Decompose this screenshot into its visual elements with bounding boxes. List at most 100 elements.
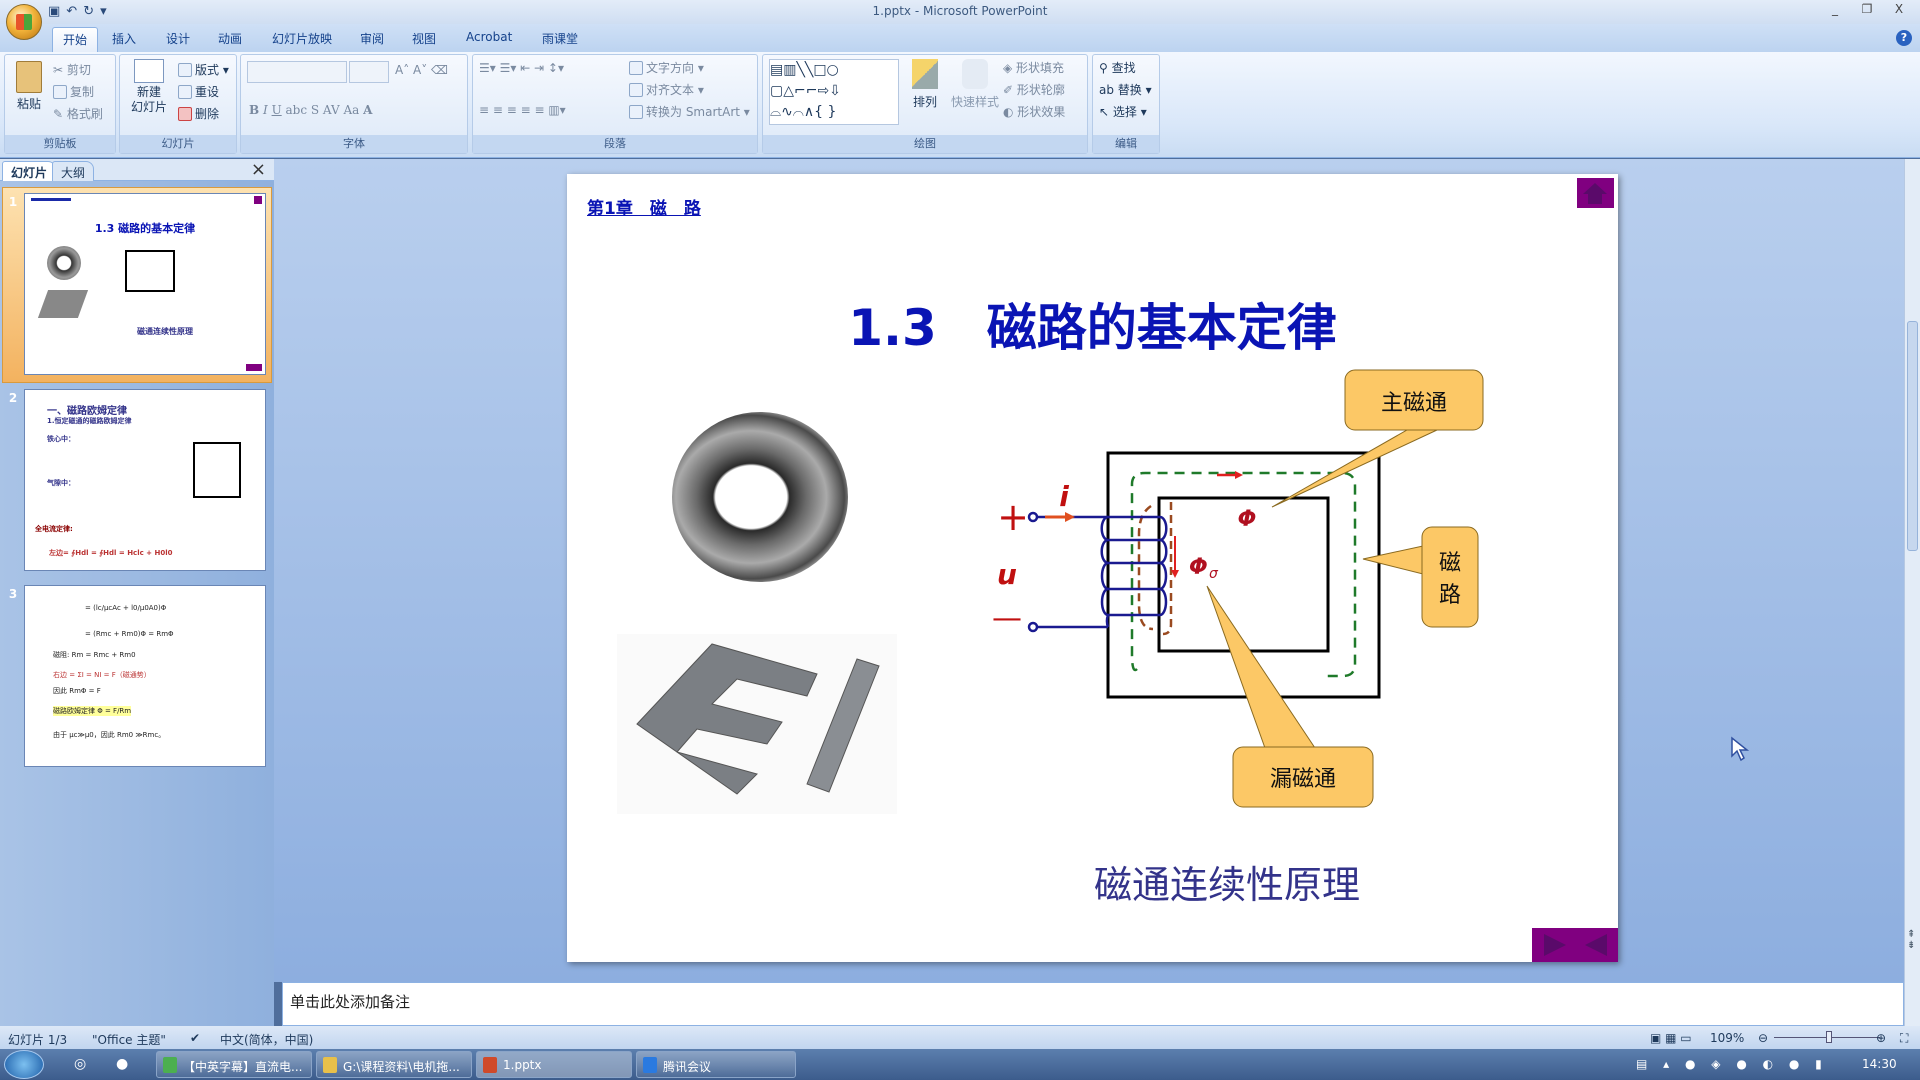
- font-name-input[interactable]: [247, 61, 347, 83]
- shape-outline-button[interactable]: ✐ 形状轮廓: [1003, 81, 1065, 98]
- redo-icon[interactable]: ↻: [83, 4, 94, 20]
- tab-rain-classroom[interactable]: 雨课堂: [534, 30, 586, 47]
- start-button[interactable]: [4, 1050, 44, 1079]
- taskbar-item-powerpoint[interactable]: 1.pptx: [476, 1051, 632, 1078]
- thumb-home-button: [254, 196, 262, 204]
- thumb-caption: 磁通连续性原理: [137, 327, 193, 336]
- list-buttons[interactable]: ☰▾ ☰▾ ⇤ ⇥ ↕▾: [479, 61, 564, 75]
- font-format-buttons[interactable]: B I U abc S AV Aa A: [249, 103, 372, 117]
- arrange-icon: [912, 59, 938, 89]
- group-clipboard: 粘贴 ✂ 剪切 复制 ✎ 格式刷 剪贴板: [4, 54, 116, 154]
- binoculars-icon: ⚲: [1099, 61, 1112, 75]
- flux-arrowhead: [1235, 471, 1243, 479]
- tab-outline[interactable]: 大纲: [52, 161, 95, 181]
- slide-thumbnail-2[interactable]: 一、磁路欧姆定律 1.恒定磁通的磁路欧姆定律 铁心中： 气隙中： 全电流定律: …: [24, 389, 266, 571]
- zoom-slider-thumb[interactable]: [1825, 1031, 1832, 1043]
- align-text-button[interactable]: 对齐文本 ▾: [629, 81, 704, 98]
- font-grow-shrink-buttons[interactable]: A˄ A˅ ⌫: [395, 63, 448, 77]
- align-buttons[interactable]: ≡ ≡ ≡ ≡ ≡ ▥▾: [479, 103, 566, 117]
- taskbar-item-folder[interactable]: G:\课程资料\电机拖...: [316, 1051, 472, 1078]
- thumb-text: = (lc/μcAc + l0/μ0A0)Φ: [85, 604, 167, 612]
- system-tray-icons[interactable]: ▤ ▴ ● ◈ ● ◐ ● ▮: [1636, 1057, 1828, 1071]
- close-pane-button[interactable]: ×: [251, 159, 266, 180]
- thumb-text: 气隙中：: [47, 479, 75, 487]
- folder-icon: [323, 1057, 337, 1073]
- view-buttons[interactable]: ▣ ▦ ▭: [1650, 1031, 1692, 1045]
- slide-canvas[interactable]: 第1章 磁 路 1.3 磁路的基本定律 + — u i Φ Φ σ 主磁通 磁 …: [567, 174, 1618, 962]
- align-text-icon: [629, 83, 643, 97]
- tab-animation[interactable]: 动画: [210, 30, 250, 47]
- copy-button[interactable]: 复制: [53, 83, 94, 100]
- shapes-gallery[interactable]: ▤▥╲╲□○ ▢△⌐⌐⇨⇩ ⌓∿⌒∧{ }: [769, 59, 899, 125]
- qq-icon[interactable]: ●: [116, 1056, 128, 1072]
- tab-review[interactable]: 审阅: [352, 30, 392, 47]
- new-slide-button[interactable]: 新建 幻灯片: [124, 59, 174, 115]
- taskbar-item-tencent-meeting[interactable]: 腾讯会议: [636, 1051, 796, 1078]
- zoom-in-button[interactable]: ⊕: [1876, 1031, 1886, 1045]
- restore-button[interactable]: ❐: [1854, 2, 1880, 20]
- zoom-level[interactable]: 109%: [1710, 1031, 1744, 1045]
- quick-styles-icon: [962, 59, 988, 89]
- scrollbar-thumb[interactable]: [1907, 321, 1918, 551]
- save-icon[interactable]: ▣: [48, 4, 60, 20]
- find-button[interactable]: ⚲ 查找: [1099, 59, 1136, 76]
- delete-slide-button[interactable]: 删除: [178, 105, 219, 122]
- format-painter-button[interactable]: ✎ 格式刷: [53, 105, 103, 122]
- font-size-input[interactable]: [349, 61, 389, 83]
- group-editing: ⚲ 查找 ab 替换 ▾ ↖ 选择 ▾ 编辑: [1092, 54, 1160, 154]
- thumb-subheading: 1.恒定磁通的磁路欧姆定律: [47, 417, 132, 425]
- minimize-button[interactable]: _: [1822, 2, 1848, 20]
- group-paragraph: ☰▾ ☰▾ ⇤ ⇥ ↕▾ ≡ ≡ ≡ ≡ ≡ ▥▾ 文字方向 ▾ 对齐文本 ▾ …: [472, 54, 758, 154]
- clock[interactable]: 14:30: [1862, 1057, 1897, 1071]
- prev-next-slide-arrows[interactable]: ⇞ ⇟: [1907, 929, 1915, 951]
- help-icon[interactable]: ?: [1896, 30, 1912, 46]
- tab-view[interactable]: 视图: [404, 30, 444, 47]
- layout-button[interactable]: 版式 ▾: [178, 61, 229, 78]
- slide-subtitle: 磁通连续性原理: [1093, 863, 1360, 907]
- office-button[interactable]: [6, 4, 42, 40]
- tab-acrobat[interactable]: Acrobat: [458, 30, 520, 44]
- thumb-text: = (Rmc + Rm0)Φ = RmΦ: [85, 630, 174, 638]
- select-button[interactable]: ↖ 选择 ▾: [1099, 103, 1147, 120]
- fit-window-button[interactable]: ⛶: [1900, 1031, 1908, 1046]
- slide-thumbnail-3[interactable]: = (lc/μcAc + l0/μ0A0)Φ = (Rmc + Rm0)Φ = …: [24, 585, 266, 767]
- vertical-scrollbar[interactable]: ⇞ ⇟: [1904, 159, 1920, 1026]
- replace-button[interactable]: ab 替换 ▾: [1099, 81, 1152, 98]
- paste-button[interactable]: 粘贴: [11, 61, 47, 112]
- notes-pane[interactable]: 单击此处添加备注: [282, 982, 1904, 1026]
- zoom-out-button[interactable]: ⊖: [1758, 1031, 1768, 1045]
- tab-design[interactable]: 设计: [158, 30, 198, 47]
- shape-fill-button[interactable]: ◈ 形状填充: [1003, 59, 1064, 76]
- taskbar-item-browser[interactable]: 【中英字幕】直流电...: [156, 1051, 312, 1078]
- text-direction-icon: [629, 61, 643, 75]
- cursor-icon: ↖: [1099, 105, 1113, 119]
- slide-thumbnail-1[interactable]: 1.3 磁路的基本定律 磁通连续性原理: [24, 193, 266, 375]
- app-icon[interactable]: ◎: [74, 1056, 86, 1072]
- magnetic-path-text-2: 路: [1439, 583, 1461, 608]
- thumb-core-image: [37, 290, 89, 318]
- copy-icon: [53, 85, 67, 99]
- tab-slideshow[interactable]: 幻灯片放映: [264, 30, 340, 47]
- pen-icon: ✐: [1003, 83, 1017, 97]
- arrange-button[interactable]: 排列: [905, 59, 945, 110]
- previous-slide-button[interactable]: [1575, 928, 1618, 962]
- smartart-button[interactable]: 转换为 SmartArt ▾: [629, 103, 750, 120]
- tab-insert[interactable]: 插入: [104, 30, 144, 47]
- tab-slides[interactable]: 幻灯片: [2, 161, 57, 181]
- play-left-icon: [1585, 934, 1607, 956]
- quick-styles-button[interactable]: 快速样式: [949, 59, 1001, 110]
- customize-qat-icon[interactable]: ▾: [100, 4, 107, 20]
- spellcheck-icon[interactable]: ✔: [190, 1031, 200, 1045]
- plus-label: +: [997, 495, 1029, 539]
- group-label: 幻灯片: [120, 135, 236, 153]
- shape-effects-button[interactable]: ◐ 形状效果: [1003, 103, 1065, 120]
- reset-button[interactable]: 重设: [178, 83, 219, 100]
- language[interactable]: 中文(简体，中国): [220, 1031, 313, 1048]
- close-button[interactable]: X: [1886, 2, 1912, 20]
- undo-icon[interactable]: ↶: [66, 4, 77, 20]
- text-direction-button[interactable]: 文字方向 ▾: [629, 59, 704, 76]
- next-slide-button[interactable]: [1532, 928, 1575, 962]
- replace-icon: ab: [1099, 83, 1118, 97]
- cut-button[interactable]: ✂ 剪切: [53, 61, 91, 78]
- tab-home[interactable]: 开始: [52, 27, 99, 52]
